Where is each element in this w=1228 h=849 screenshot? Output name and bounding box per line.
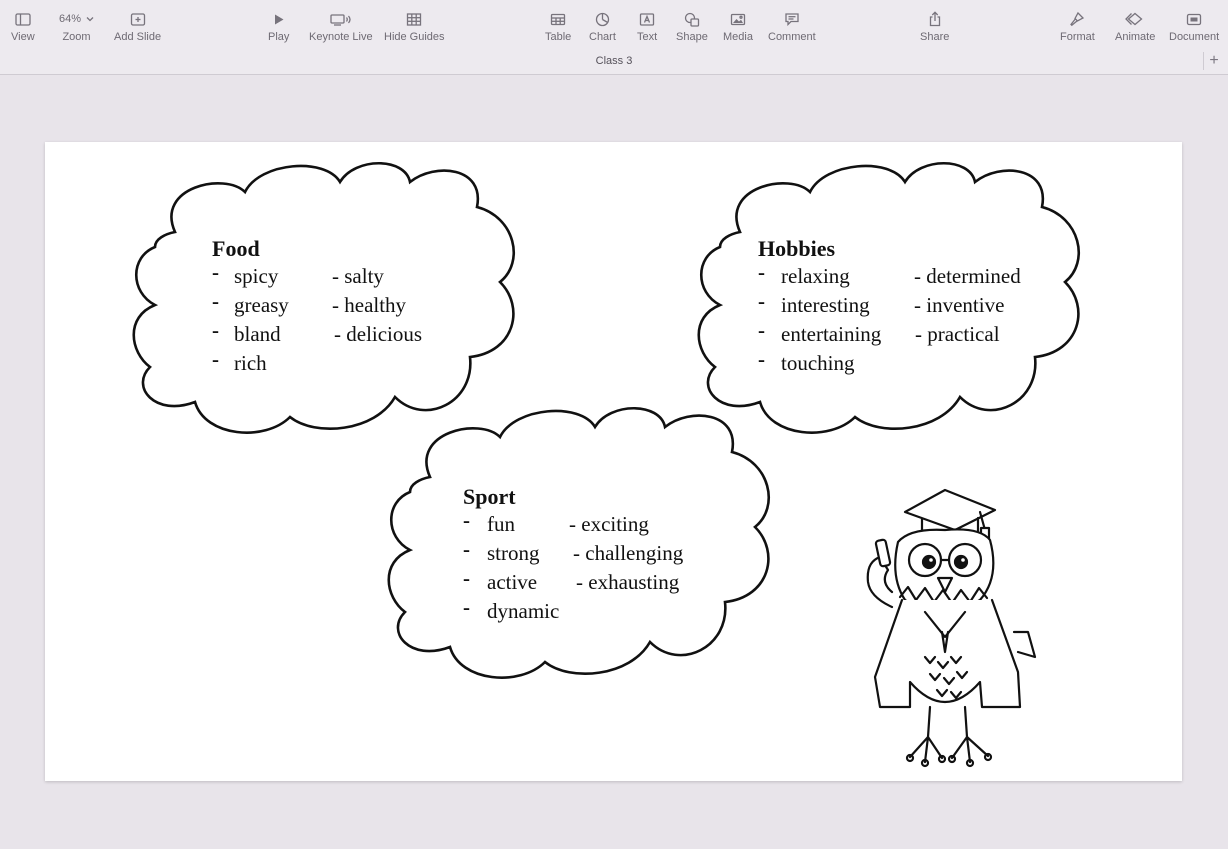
list-item: - rich [212,347,267,375]
hobbies-title: Hobbies [758,236,836,261]
table-button[interactable]: Table [545,8,571,44]
sport-list: Sport - fun - exciting - strong - challengin… [463,484,743,626]
comment-button[interactable]: Comment [768,8,816,44]
list-item: - entertaining - practical [758,318,1000,346]
hobbies-list: Hobbies - relaxing - determined - interesti… [758,236,1058,378]
list-item: - touching [758,347,855,375]
media-button[interactable]: Media [723,8,753,44]
comment-icon [785,13,799,26]
animate-icon [1125,12,1143,26]
keynote-live-icon [330,13,351,26]
format-button[interactable]: Format [1060,8,1095,44]
add-slide-icon [130,12,145,26]
format-icon [1070,11,1085,27]
play-icon [274,14,284,24]
list-item: - relaxing - determined [758,260,1021,288]
play-button[interactable]: Play [268,8,289,44]
media-icon [730,13,746,25]
slide-canvas[interactable]: Food - spicy - salty - greasy - healthy - bla… [45,142,1182,781]
share-icon [929,11,940,27]
toolbar: View 64% Zoom Add Slide Play Keynote Liv… [0,0,1228,75]
list-item: - active - exhausting [463,566,680,594]
zoom-button[interactable]: 64% Zoom [59,8,94,44]
zoom-value: 64% [59,13,82,25]
chevron-down-icon [86,17,94,22]
text-button[interactable]: Text [637,8,657,44]
list-item: - bland - delicious [212,318,423,346]
document-title: Class 3 [595,55,633,67]
table-icon [550,13,566,25]
grid-icon [407,12,422,26]
food-list: Food - spicy - salty - greasy - healthy - bla… [212,236,482,378]
sidebar-icon [15,12,31,26]
shape-button[interactable]: Shape [676,8,708,44]
owl-graduate-illustration [866,488,1037,768]
list-item: - fun - exciting [463,508,649,536]
food-title: Food [212,236,260,261]
list-item: - dynamic [463,595,560,623]
shape-icon [684,12,700,27]
list-item: - interesting - inventive [758,289,1005,317]
document-button[interactable]: Document [1169,8,1219,44]
hide-guides-button[interactable]: Hide Guides [384,8,445,44]
list-item: - strong - challenging [463,537,684,565]
add-slide-button[interactable]: Add Slide [114,8,161,44]
view-button[interactable]: View [11,8,35,44]
chart-button[interactable]: Chart [589,8,616,44]
animate-button[interactable]: Animate [1115,8,1155,44]
list-item: - greasy - healthy [212,289,407,317]
add-tab-button[interactable]: + [1203,52,1224,70]
sport-title: Sport [463,484,516,509]
keynote-live-button[interactable]: Keynote Live [309,8,373,44]
text-icon [639,12,655,26]
chart-icon [595,12,610,26]
share-button[interactable]: Share [920,8,949,44]
document-icon [1186,13,1202,25]
list-item: - spicy - salty [212,260,384,288]
